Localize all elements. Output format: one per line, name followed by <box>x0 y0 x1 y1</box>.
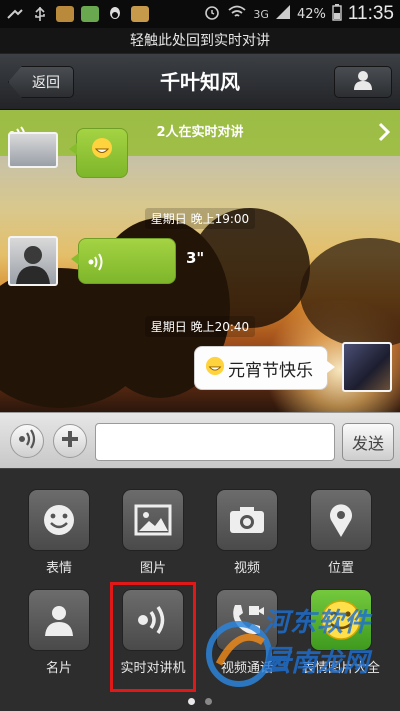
voice-message-bubble[interactable] <box>71 238 176 284</box>
status-bar: 3G 42% 11:35 <box>0 0 400 28</box>
contact-avatar[interactable] <box>8 236 58 286</box>
message-timestamp: 星期日 晚上20:40 <box>0 316 400 337</box>
grin-emoji-icon <box>205 356 225 381</box>
watermark-text-bottom: 云南龙网 <box>265 648 370 678</box>
emoji-message-bubble[interactable] <box>69 128 128 178</box>
camera-icon <box>216 489 278 551</box>
missed-call-icon <box>6 6 24 22</box>
plugin-location[interactable]: 位置 <box>294 489 388 576</box>
plus-icon <box>60 429 80 453</box>
signal-icon <box>275 4 291 24</box>
voice-duration: 3" <box>186 249 205 267</box>
message-input[interactable] <box>95 423 335 461</box>
qq-icon <box>106 6 124 22</box>
my-avatar[interactable] <box>342 342 392 392</box>
plugin-picture[interactable]: 图片 <box>106 489 200 576</box>
send-button[interactable]: 发送 <box>342 423 394 461</box>
return-to-talk-banner[interactable]: 轻触此处回到实时对讲 <box>0 28 400 54</box>
message-text: 元宵节快乐 <box>228 360 313 381</box>
usb-icon <box>31 6 49 22</box>
chat-area[interactable]: 2人在实时对讲 星期日 晚上19:00 3" 星期日 晚上20:40 元宵节快乐 <box>0 110 400 412</box>
title-bar: 返回 千叶知风 <box>0 54 400 110</box>
location-pin-icon <box>310 489 372 551</box>
clock: 11:35 <box>347 3 394 24</box>
contact-profile-button[interactable] <box>334 66 392 98</box>
page-dot[interactable] <box>188 698 195 705</box>
text-message-bubble[interactable]: 元宵节快乐 <box>194 346 335 390</box>
burger-app-icon <box>56 6 74 22</box>
battery-percent: 42% <box>296 6 326 22</box>
input-bar: 发送 <box>0 412 400 468</box>
chevron-right-icon <box>378 122 391 145</box>
plugin-video[interactable]: 视频 <box>200 489 294 576</box>
person-icon <box>352 69 374 95</box>
voice-input-button[interactable] <box>10 424 44 458</box>
grin-emoji-icon <box>91 137 113 163</box>
alarm-icon <box>203 3 221 25</box>
battery-icon <box>332 3 342 25</box>
plugin-emoji[interactable]: 表情 <box>12 489 106 576</box>
contact-avatar[interactable] <box>8 132 58 168</box>
more-plugins-button[interactable] <box>53 424 87 458</box>
wifi-icon <box>227 4 247 24</box>
app-notification-icon <box>81 6 99 22</box>
message-app-icon <box>131 6 149 22</box>
plugin-contact-card[interactable]: 名片 <box>12 589 106 676</box>
watermark: 河东软件园 云南龙网 <box>205 600 395 708</box>
back-button[interactable]: 返回 <box>8 66 74 98</box>
walkie-talkie-icon <box>17 429 37 453</box>
picture-icon <box>122 489 184 551</box>
live-talk-bar[interactable]: 2人在实时对讲 <box>0 110 400 156</box>
contact-card-icon <box>28 589 90 651</box>
live-talk-status: 2人在实时对讲 <box>156 125 244 140</box>
network-type-label: 3G <box>253 7 269 21</box>
message-timestamp: 星期日 晚上19:00 <box>0 208 400 229</box>
highlight-box <box>110 582 196 692</box>
smiley-icon <box>28 489 90 551</box>
sound-wave-icon <box>87 252 107 276</box>
